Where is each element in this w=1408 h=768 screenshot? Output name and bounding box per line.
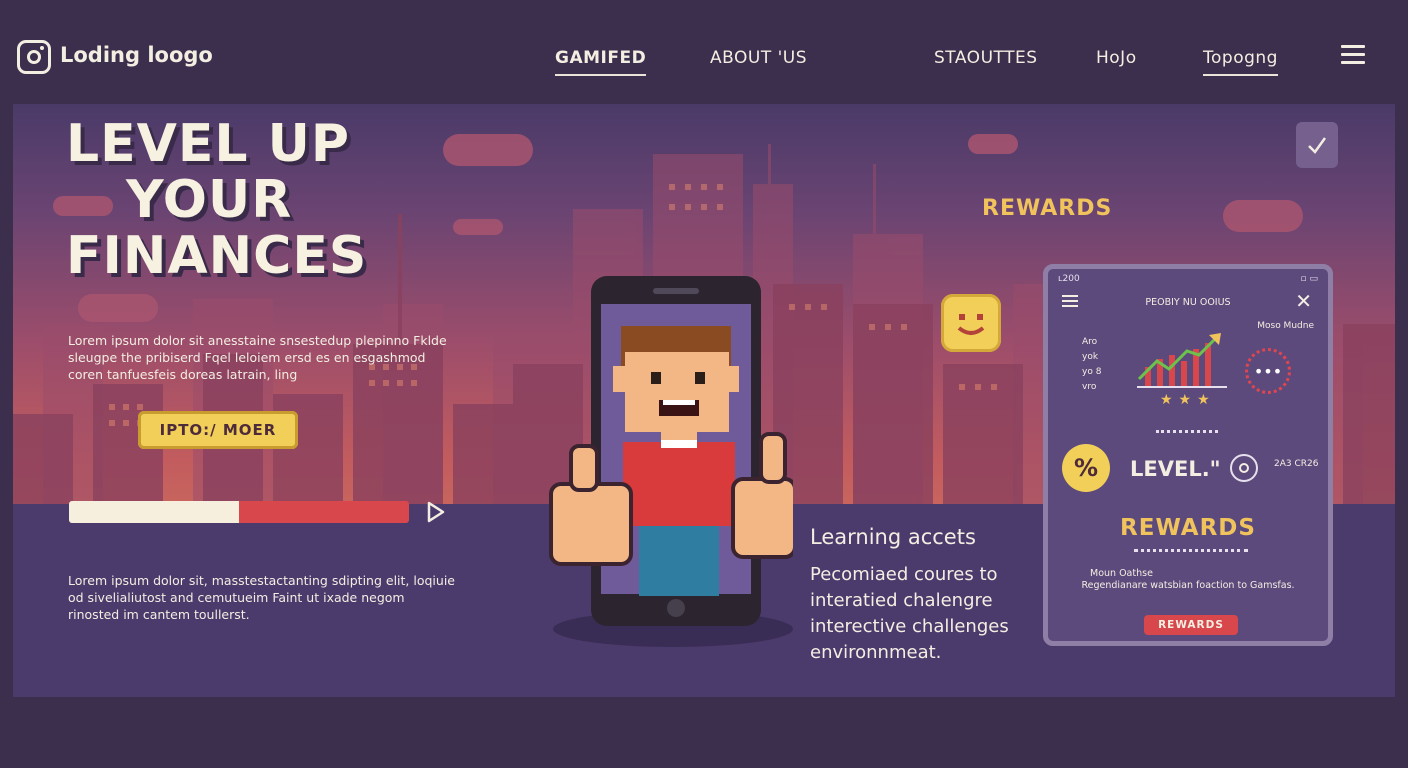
instagram-logo-icon[interactable]	[17, 40, 51, 74]
nav-link-topogng[interactable]: Topogng	[1203, 48, 1278, 76]
phone-label: yok	[1082, 352, 1099, 362]
rewards-phone-mockup: ʟ200 ▫ ▭ PEOBIY NU OOIUS ✕ Moso Mudne Ar…	[1043, 264, 1333, 646]
play-icon[interactable]	[423, 500, 447, 524]
more-options-icon[interactable]: •••	[1245, 348, 1291, 394]
learning-title: Learning accets	[810, 525, 976, 549]
cta-button[interactable]: IPTO:/ MOER	[138, 411, 298, 449]
hamburger-menu-icon[interactable]	[1341, 45, 1365, 65]
hero-section: LEVEL UP YOUR FINANCES Lorem ipsum dolor…	[13, 104, 1395, 697]
checkmark-button[interactable]	[1296, 122, 1338, 168]
nav-link-gamifed[interactable]: GAMIFED	[555, 48, 647, 76]
rewards-button[interactable]: REWARDS	[1144, 615, 1238, 635]
phone-status-right: ▫ ▭	[1300, 274, 1318, 284]
nav-link-about[interactable]: ABOUT 'US	[710, 48, 807, 68]
cloud-decoration	[78, 294, 158, 322]
rewards-heading: REWARDS	[982, 196, 1113, 221]
progress-bar	[69, 501, 409, 523]
level-toggle[interactable]	[1230, 454, 1258, 482]
level-info: 2A3 CR26	[1274, 459, 1319, 469]
title-line-2: YOUR	[126, 170, 293, 230]
hero-title: LEVEL UP YOUR FINANCES	[66, 116, 367, 284]
title-line-3: FINANCES	[66, 226, 368, 286]
progress-fill	[69, 501, 239, 523]
phone-rewards-heading: REWARDS	[1120, 515, 1256, 541]
hero-body-text: Lorem ipsum dolor sit, masstestactanting…	[68, 573, 455, 622]
phone-labels-left: Aro yok yo 8 vro	[1082, 335, 1101, 395]
growth-chart-icon	[1137, 333, 1227, 388]
phone-label: vro	[1082, 382, 1097, 392]
hero-intro-text: Lorem ipsum dolor sit anesstaine snseste…	[68, 333, 447, 382]
pixel-mascot-with-phone	[549, 276, 793, 647]
percent-badge: %	[1062, 444, 1110, 492]
dotted-divider	[1156, 430, 1218, 433]
dotted-divider	[1134, 549, 1248, 552]
phone-status-left: ʟ200	[1058, 274, 1080, 284]
smiley-face-icon	[941, 294, 1001, 352]
phone-label-right: Moso Mudne	[1257, 321, 1314, 331]
phone-title: PEOBIY NU OOIUS	[1145, 297, 1231, 308]
nav-link-hojo[interactable]: HoJo	[1096, 48, 1137, 68]
close-icon[interactable]: ✕	[1295, 289, 1312, 313]
cloud-decoration	[443, 134, 533, 166]
learning-body: Pecomiaed coures to interatied chalengre…	[810, 564, 1009, 663]
checkmark-icon	[1308, 137, 1327, 154]
phone-small-body: Regendianare watsbian foaction to Gamsfa…	[1081, 580, 1295, 591]
nav-link-staouttes[interactable]: STAOUTTES	[934, 48, 1038, 68]
cloud-decoration	[1223, 200, 1303, 232]
cloud-decoration	[968, 134, 1018, 154]
level-label: LEVEL."	[1130, 457, 1221, 481]
title-line-1: LEVEL UP	[66, 114, 350, 174]
top-nav: Loding loogo GAMIFED ABOUT 'US STAOUTTES…	[0, 0, 1408, 104]
cloud-decoration	[453, 219, 503, 235]
phone-label: yo 8	[1082, 367, 1102, 377]
phone-small-title: Moun Oathse	[1090, 568, 1153, 579]
logo-text[interactable]: Loding loogo	[60, 43, 213, 67]
star-rating: ★★★	[1160, 392, 1216, 408]
phone-label: Aro	[1082, 337, 1098, 347]
